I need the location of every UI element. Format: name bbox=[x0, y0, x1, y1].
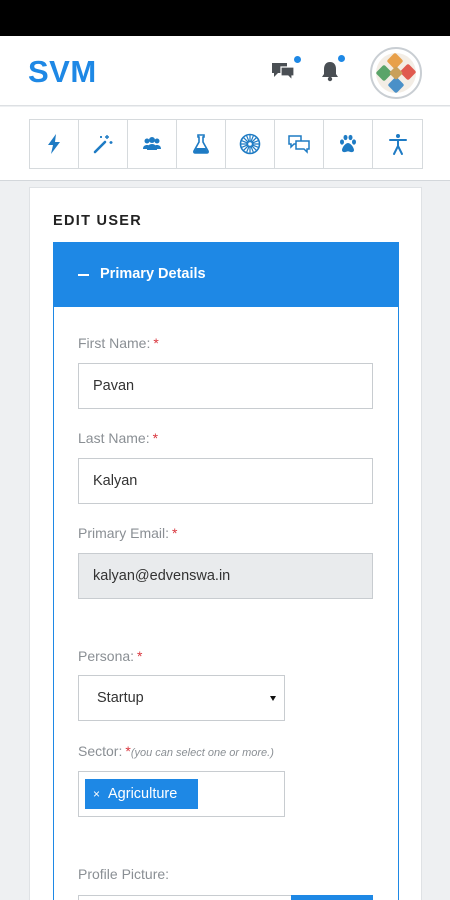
tool-magic-wand[interactable] bbox=[79, 120, 128, 168]
email-value: kalyan@edvenswa.in bbox=[93, 568, 231, 584]
tool-users[interactable] bbox=[128, 120, 177, 168]
profile-picture-input[interactable] bbox=[78, 895, 373, 900]
tool-flask[interactable] bbox=[177, 120, 226, 168]
app-logo[interactable]: SVM bbox=[28, 54, 97, 90]
required-marker: * bbox=[153, 335, 159, 351]
app-header: SVM bbox=[0, 36, 450, 106]
sunburst-icon bbox=[239, 133, 261, 155]
messages-icon[interactable] bbox=[268, 54, 301, 86]
first-name-label-text: First Name: bbox=[78, 335, 151, 351]
first-name-field[interactable]: Pavan bbox=[78, 363, 373, 409]
last-name-label: Last Name: * bbox=[78, 430, 158, 446]
required-marker: * bbox=[137, 648, 143, 664]
email-label: Primary Email: * bbox=[78, 525, 177, 541]
required-marker: * bbox=[172, 525, 178, 541]
profile-picture-label: Profile Picture: bbox=[78, 866, 170, 882]
tool-accessibility[interactable] bbox=[373, 120, 422, 168]
remove-tag-icon[interactable]: × bbox=[93, 787, 100, 801]
first-name-label: First Name: * bbox=[78, 335, 159, 351]
sector-label-text: Sector: bbox=[78, 743, 123, 759]
avatar[interactable] bbox=[370, 47, 422, 99]
tool-chat[interactable] bbox=[275, 120, 324, 168]
quick-toolbar bbox=[0, 107, 450, 181]
panel-title: Primary Details bbox=[100, 266, 206, 282]
notification-badge bbox=[338, 55, 345, 62]
required-marker: * bbox=[152, 430, 159, 446]
sector-label: Sector: *(you can select one or more.) bbox=[78, 743, 274, 759]
browse-button[interactable] bbox=[291, 895, 373, 900]
email-field[interactable]: kalyan@edvenswa.in bbox=[78, 553, 373, 599]
last-name-field[interactable]: Kalyan bbox=[78, 458, 373, 504]
edit-user-card: EDIT USER Primary Details First Name: * P… bbox=[29, 187, 422, 900]
chevron-down-icon bbox=[270, 696, 276, 701]
last-name-label-text: Last Name: bbox=[78, 430, 150, 446]
chat-bubbles-icon bbox=[288, 135, 310, 154]
email-label-text: Primary Email: bbox=[78, 525, 170, 541]
tool-paw[interactable] bbox=[324, 120, 373, 168]
lightning-icon bbox=[48, 134, 60, 154]
tool-lightning[interactable] bbox=[30, 120, 79, 168]
flask-icon bbox=[193, 134, 209, 154]
persona-select[interactable]: Startup bbox=[78, 675, 285, 721]
page-title: EDIT USER bbox=[53, 213, 143, 229]
sector-tag-label: Agriculture bbox=[108, 786, 178, 802]
messages-badge bbox=[294, 56, 301, 63]
toolbar-group bbox=[29, 119, 423, 169]
status-bar bbox=[0, 0, 450, 36]
persona-label-text: Persona: bbox=[78, 648, 135, 664]
primary-details-panel: Primary Details First Name: * Pavan Last … bbox=[53, 242, 399, 900]
paw-icon bbox=[340, 134, 356, 153]
sector-tag: × Agriculture bbox=[85, 779, 198, 809]
accessibility-icon bbox=[388, 134, 407, 155]
primary-details-header[interactable]: Primary Details bbox=[54, 243, 398, 307]
collapse-icon bbox=[78, 274, 89, 276]
sector-multiselect[interactable]: × Agriculture bbox=[78, 771, 285, 817]
magic-wand-icon bbox=[93, 135, 113, 154]
last-name-value: Kalyan bbox=[93, 473, 138, 489]
tool-sunburst[interactable] bbox=[226, 120, 275, 168]
sector-hint: (you can select one or more.) bbox=[130, 747, 274, 759]
users-icon bbox=[143, 137, 161, 150]
first-name-value: Pavan bbox=[93, 378, 135, 394]
bell-icon[interactable] bbox=[316, 54, 348, 86]
persona-value: Startup bbox=[97, 690, 144, 706]
persona-label: Persona: * bbox=[78, 648, 143, 664]
